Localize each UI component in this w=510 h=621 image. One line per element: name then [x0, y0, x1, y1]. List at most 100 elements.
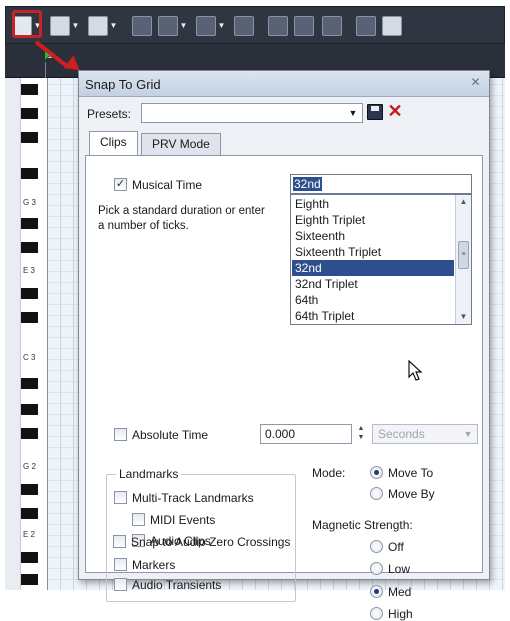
tab-prv-mode[interactable]: PRV Mode [141, 133, 221, 155]
duration-listbox[interactable]: Eighth Eighth Triplet Sixteenth Sixteent… [290, 194, 472, 325]
save-preset-icon[interactable] [367, 104, 383, 120]
magnetic-off-label: Off [388, 540, 404, 554]
select-icon [234, 16, 254, 36]
black-key[interactable] [21, 312, 38, 323]
multi-track-label: Multi-Track Landmarks [132, 491, 254, 505]
mouse-cursor-icon [408, 360, 423, 381]
mode-move-to-radio[interactable] [370, 466, 383, 479]
ruler-icon [132, 16, 152, 36]
list-item[interactable]: 64th Triplet [292, 308, 454, 324]
black-key[interactable] [21, 404, 38, 415]
markers-label: Markers [132, 558, 176, 572]
marker-icon [322, 16, 342, 36]
audio-transients-checkbox[interactable] [114, 578, 127, 591]
midi-events-label: MIDI Events [150, 513, 216, 527]
landmarks-title: Landmarks [116, 467, 182, 481]
absolute-time-input[interactable]: 0.000 [260, 424, 352, 444]
scroll-thumb[interactable]: ≡ [458, 241, 469, 269]
black-key[interactable] [21, 428, 38, 439]
clips-tab-panel: ✓ Musical Time 32nd Pick a standard dura… [85, 155, 483, 621]
black-key[interactable] [21, 84, 38, 95]
zero-crossings-checkbox[interactable] [113, 535, 126, 548]
mute-dropdown-arrow[interactable]: ▼ [179, 16, 188, 36]
musical-time-checkbox[interactable]: ✓ [114, 178, 127, 191]
magnetic-med-label: Med [388, 585, 412, 599]
black-key[interactable] [21, 108, 38, 119]
listbox-scrollbar[interactable]: ▲ ≡ ▼ [455, 195, 471, 324]
zoom-dropdown-arrow[interactable]: ▼ [217, 16, 226, 36]
note-label: E 2 [23, 530, 36, 539]
absolute-time-checkbox[interactable] [114, 428, 127, 441]
list-item[interactable]: 64th [292, 292, 454, 308]
zero-crossings-label: Snap to Audio Zero Crossings [131, 535, 291, 549]
presets-combobox[interactable]: ▼ [141, 103, 363, 123]
zoom-icon [196, 16, 216, 36]
magnetic-low-radio[interactable] [370, 562, 383, 575]
list-item[interactable]: Eighth [292, 196, 454, 212]
piano-keyboard[interactable]: G 3 E 3 C 3 G 2 E 2 [20, 78, 48, 590]
mode-move-to-label: Move To [388, 466, 434, 480]
tab-clips[interactable]: Clips [89, 131, 138, 155]
chevron-down-icon[interactable]: ▼ [347, 105, 359, 121]
dialog-titlebar[interactable]: Snap To Grid ✕ [79, 71, 489, 97]
chevron-down-icon[interactable]: ▼ [462, 426, 474, 442]
list-item[interactable]: Sixteenth Triplet [292, 244, 454, 260]
black-key[interactable] [21, 508, 38, 519]
main-toolbar: ▼ ▼ ▼ ▼ ▼ [5, 6, 505, 44]
grid-options-icon [88, 16, 108, 36]
mode-move-by-label: Move By [388, 487, 435, 501]
left-gutter [5, 78, 20, 590]
black-key[interactable] [21, 552, 38, 563]
highlight-box [12, 10, 42, 38]
list-item[interactable]: Sixteenth [292, 228, 454, 244]
absolute-time-spinner[interactable]: ▲ ▼ [356, 424, 366, 444]
mode-move-by-radio[interactable] [370, 487, 383, 500]
audio-transients-label: Audio Transients [132, 578, 222, 592]
musical-time-input[interactable]: 32nd [290, 174, 472, 194]
magnetic-off-radio[interactable] [370, 540, 383, 553]
markers-checkbox[interactable] [114, 558, 127, 571]
time-units-combobox[interactable]: Seconds ▼ [372, 424, 478, 444]
multi-track-checkbox[interactable] [114, 491, 127, 504]
draw-tool-icon [50, 16, 70, 36]
note-label: E 3 [23, 266, 36, 275]
scroll-down-icon[interactable]: ▼ [456, 310, 471, 324]
magnetic-high-radio[interactable] [370, 607, 383, 620]
black-key[interactable] [21, 288, 38, 299]
list-item[interactable]: 32nd Triplet [292, 276, 454, 292]
mute-icon [158, 16, 178, 36]
fit-icon [294, 16, 314, 36]
delete-preset-icon[interactable]: ✕ [386, 102, 404, 120]
close-icon[interactable]: ✕ [467, 75, 484, 91]
arrow-tool-icon [356, 16, 376, 36]
musical-time-help: Pick a standard duration or enter a numb… [98, 205, 265, 232]
absolute-time-label: Absolute Time [132, 428, 209, 442]
magnetic-med-radio[interactable] [370, 585, 383, 598]
scroll-up-icon[interactable]: ▲ [456, 195, 471, 209]
draw-tool-dropdown-arrow[interactable]: ▼ [71, 16, 80, 36]
grid-options-dropdown-arrow[interactable]: ▼ [109, 16, 118, 36]
note-label: G 3 [23, 198, 36, 207]
note-label: C 3 [23, 353, 36, 362]
black-key[interactable] [21, 378, 38, 389]
list-item-selected[interactable]: 32nd [292, 260, 454, 276]
black-key[interactable] [21, 168, 38, 179]
black-key[interactable] [21, 218, 38, 229]
midi-events-checkbox[interactable] [132, 513, 145, 526]
black-key[interactable] [21, 484, 38, 495]
musical-time-label: Musical Time [132, 178, 203, 192]
mode-label: Mode: [312, 466, 346, 480]
pencil-icon [382, 16, 402, 36]
musical-time-value: 32nd [293, 177, 322, 191]
magnetic-high-label: High [388, 607, 413, 621]
magnetic-strength-label: Magnetic Strength: [312, 518, 413, 532]
black-key[interactable] [21, 574, 38, 585]
dialog-title: Snap To Grid [85, 77, 161, 92]
track-icon [268, 16, 288, 36]
black-key[interactable] [21, 132, 38, 143]
ruler-tick [45, 62, 46, 78]
snap-to-grid-dialog: Snap To Grid ✕ Presets: ▼ ✕ Clips PRV Mo… [78, 70, 490, 621]
note-label: G 2 [23, 462, 36, 471]
black-key[interactable] [21, 242, 38, 253]
list-item[interactable]: Eighth Triplet [292, 212, 454, 228]
